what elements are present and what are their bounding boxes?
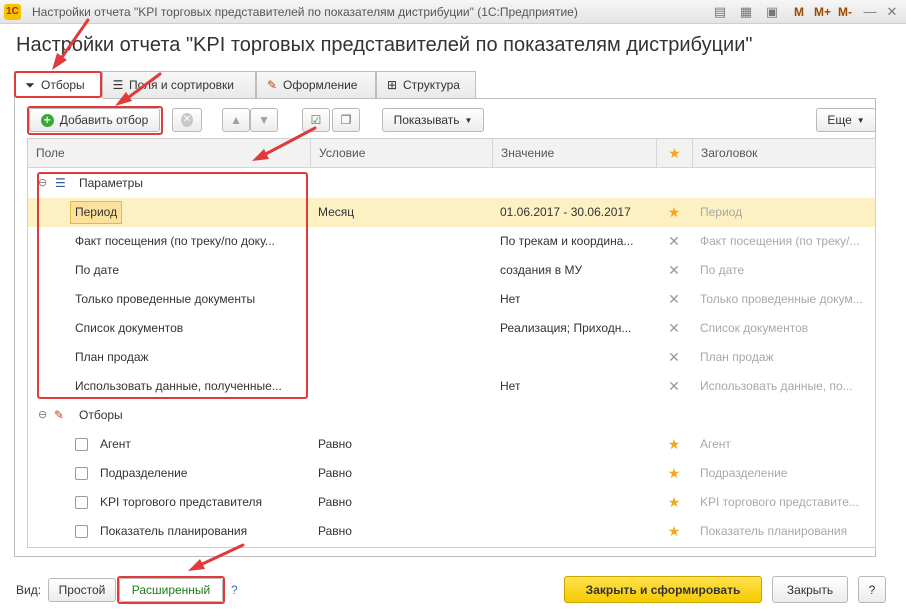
- annotation-arrows: [52, 18, 317, 571]
